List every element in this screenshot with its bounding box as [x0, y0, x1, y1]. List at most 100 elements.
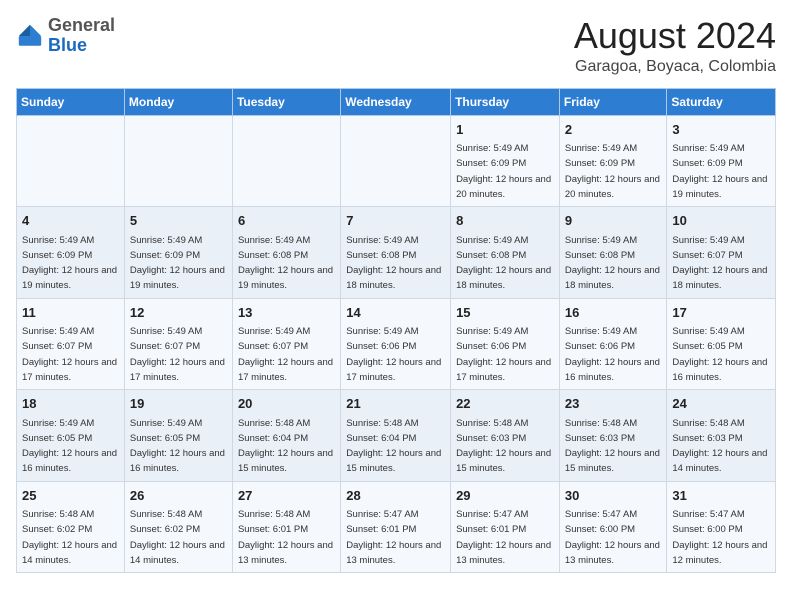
day-info: Sunrise: 5:48 AM Sunset: 6:04 PM Dayligh… [238, 418, 333, 475]
header-cell-friday: Friday [559, 88, 667, 115]
logo-text: General Blue [48, 16, 115, 56]
header-cell-sunday: Sunday [17, 88, 125, 115]
logo-blue-text: Blue [48, 35, 87, 55]
day-info: Sunrise: 5:49 AM Sunset: 6:07 PM Dayligh… [130, 326, 225, 383]
day-cell: 24Sunrise: 5:48 AM Sunset: 6:03 PM Dayli… [667, 390, 776, 482]
week-row-5: 25 Sunrise: 5:48 AM Sunset: 6:02 PM Dayli… [17, 481, 776, 573]
title-block: August 2024 Garagoa, Boyaca, Colombia [574, 16, 776, 76]
day-info: Sunrise: 5:48 AM Sunset: 6:02 PM Dayligh… [22, 509, 117, 566]
day-cell: 30 Sunrise: 5:47 AM Sunset: 6:00 PM Dayli… [559, 481, 667, 573]
day-cell: 12Sunrise: 5:49 AM Sunset: 6:07 PM Dayli… [124, 298, 232, 390]
day-cell: 7 Sunrise: 5:49 AM Sunset: 6:08 PM Daylig… [341, 207, 451, 299]
day-cell: 19 Sunrise: 5:49 AM Sunset: 6:05 PM Dayli… [124, 390, 232, 482]
subtitle: Garagoa, Boyaca, Colombia [574, 58, 776, 76]
day-info: Sunrise: 5:49 AM Sunset: 6:08 PM Dayligh… [346, 235, 441, 292]
day-number: 29 [456, 486, 554, 506]
day-number: 17 [672, 303, 770, 323]
day-cell: 1 Sunrise: 5:49 AM Sunset: 6:09 PM Daylig… [451, 115, 560, 207]
day-info: Sunrise: 5:48 AM Sunset: 6:03 PM Dayligh… [672, 418, 767, 475]
day-info: Sunrise: 5:49 AM Sunset: 6:09 PM Dayligh… [565, 143, 660, 200]
day-info: Sunrise: 5:49 AM Sunset: 6:07 PM Dayligh… [238, 326, 333, 383]
day-cell: 28 Sunrise: 5:47 AM Sunset: 6:01 PM Dayli… [341, 481, 451, 573]
header-cell-saturday: Saturday [667, 88, 776, 115]
day-info: Sunrise: 5:47 AM Sunset: 6:01 PM Dayligh… [346, 509, 441, 566]
day-info: Sunrise: 5:49 AM Sunset: 6:06 PM Dayligh… [565, 326, 660, 383]
day-number: 31 [672, 486, 770, 506]
header-cell-wednesday: Wednesday [341, 88, 451, 115]
header-cell-thursday: Thursday [451, 88, 560, 115]
header-cell-tuesday: Tuesday [232, 88, 340, 115]
day-info: Sunrise: 5:47 AM Sunset: 6:00 PM Dayligh… [672, 509, 767, 566]
day-number: 25 [22, 486, 119, 506]
day-number: 23 [565, 394, 662, 414]
day-number: 26 [130, 486, 227, 506]
day-cell [232, 115, 340, 207]
day-cell: 3 Sunrise: 5:49 AM Sunset: 6:09 PM Daylig… [667, 115, 776, 207]
day-number: 20 [238, 394, 335, 414]
day-number: 1 [456, 120, 554, 140]
day-info: Sunrise: 5:49 AM Sunset: 6:07 PM Dayligh… [22, 326, 117, 383]
day-cell: 4 Sunrise: 5:49 AM Sunset: 6:09 PM Daylig… [17, 207, 125, 299]
day-cell: 15 Sunrise: 5:49 AM Sunset: 6:06 PM Dayli… [451, 298, 560, 390]
day-number: 7 [346, 211, 445, 231]
day-info: Sunrise: 5:48 AM Sunset: 6:02 PM Dayligh… [130, 509, 225, 566]
day-info: Sunrise: 5:48 AM Sunset: 6:03 PM Dayligh… [565, 418, 660, 475]
day-info: Sunrise: 5:49 AM Sunset: 6:09 PM Dayligh… [672, 143, 767, 200]
day-cell: 2 Sunrise: 5:49 AM Sunset: 6:09 PM Daylig… [559, 115, 667, 207]
day-info: Sunrise: 5:48 AM Sunset: 6:04 PM Dayligh… [346, 418, 441, 475]
day-info: Sunrise: 5:49 AM Sunset: 6:06 PM Dayligh… [456, 326, 551, 383]
day-cell: 8 Sunrise: 5:49 AM Sunset: 6:08 PM Daylig… [451, 207, 560, 299]
day-info: Sunrise: 5:47 AM Sunset: 6:00 PM Dayligh… [565, 509, 660, 566]
day-cell: 27Sunrise: 5:48 AM Sunset: 6:01 PM Dayli… [232, 481, 340, 573]
day-number: 18 [22, 394, 119, 414]
day-number: 15 [456, 303, 554, 323]
day-cell: 25 Sunrise: 5:48 AM Sunset: 6:02 PM Dayli… [17, 481, 125, 573]
day-info: Sunrise: 5:49 AM Sunset: 6:08 PM Dayligh… [238, 235, 333, 292]
day-number: 3 [672, 120, 770, 140]
day-cell: 31 Sunrise: 5:47 AM Sunset: 6:00 PM Dayli… [667, 481, 776, 573]
day-cell: 14 Sunrise: 5:49 AM Sunset: 6:06 PM Dayli… [341, 298, 451, 390]
header-row: SundayMondayTuesdayWednesdayThursdayFrid… [17, 88, 776, 115]
day-cell: 16Sunrise: 5:49 AM Sunset: 6:06 PM Dayli… [559, 298, 667, 390]
day-info: Sunrise: 5:49 AM Sunset: 6:09 PM Dayligh… [22, 235, 117, 292]
day-info: Sunrise: 5:49 AM Sunset: 6:06 PM Dayligh… [346, 326, 441, 383]
day-info: Sunrise: 5:48 AM Sunset: 6:03 PM Dayligh… [456, 418, 551, 475]
week-row-3: 11Sunrise: 5:49 AM Sunset: 6:07 PM Dayli… [17, 298, 776, 390]
day-info: Sunrise: 5:49 AM Sunset: 6:09 PM Dayligh… [456, 143, 551, 200]
day-cell: 23 Sunrise: 5:48 AM Sunset: 6:03 PM Dayli… [559, 390, 667, 482]
day-cell [341, 115, 451, 207]
day-cell: 20 Sunrise: 5:48 AM Sunset: 6:04 PM Dayli… [232, 390, 340, 482]
day-cell: 11Sunrise: 5:49 AM Sunset: 6:07 PM Dayli… [17, 298, 125, 390]
day-cell: 17 Sunrise: 5:49 AM Sunset: 6:05 PM Dayli… [667, 298, 776, 390]
week-row-1: 1 Sunrise: 5:49 AM Sunset: 6:09 PM Daylig… [17, 115, 776, 207]
day-number: 21 [346, 394, 445, 414]
logo: General Blue [16, 16, 115, 56]
day-info: Sunrise: 5:49 AM Sunset: 6:07 PM Dayligh… [672, 235, 767, 292]
week-row-4: 18 Sunrise: 5:49 AM Sunset: 6:05 PM Dayli… [17, 390, 776, 482]
day-number: 2 [565, 120, 662, 140]
day-number: 30 [565, 486, 662, 506]
day-info: Sunrise: 5:49 AM Sunset: 6:09 PM Dayligh… [130, 235, 225, 292]
day-number: 28 [346, 486, 445, 506]
day-number: 5 [130, 211, 227, 231]
day-cell [17, 115, 125, 207]
day-info: Sunrise: 5:49 AM Sunset: 6:08 PM Dayligh… [456, 235, 551, 292]
day-number: 8 [456, 211, 554, 231]
logo-icon [16, 22, 44, 50]
header-cell-monday: Monday [124, 88, 232, 115]
day-number: 10 [672, 211, 770, 231]
day-info: Sunrise: 5:48 AM Sunset: 6:01 PM Dayligh… [238, 509, 333, 566]
day-number: 19 [130, 394, 227, 414]
day-info: Sunrise: 5:49 AM Sunset: 6:05 PM Dayligh… [672, 326, 767, 383]
day-info: Sunrise: 5:49 AM Sunset: 6:05 PM Dayligh… [130, 418, 225, 475]
day-number: 6 [238, 211, 335, 231]
day-number: 13 [238, 303, 335, 323]
day-number: 14 [346, 303, 445, 323]
day-number: 22 [456, 394, 554, 414]
day-cell: 9Sunrise: 5:49 AM Sunset: 6:08 PM Daylig… [559, 207, 667, 299]
day-cell: 18Sunrise: 5:49 AM Sunset: 6:05 PM Dayli… [17, 390, 125, 482]
day-number: 4 [22, 211, 119, 231]
day-cell: 13 Sunrise: 5:49 AM Sunset: 6:07 PM Dayli… [232, 298, 340, 390]
day-cell: 22 Sunrise: 5:48 AM Sunset: 6:03 PM Dayli… [451, 390, 560, 482]
week-row-2: 4 Sunrise: 5:49 AM Sunset: 6:09 PM Daylig… [17, 207, 776, 299]
